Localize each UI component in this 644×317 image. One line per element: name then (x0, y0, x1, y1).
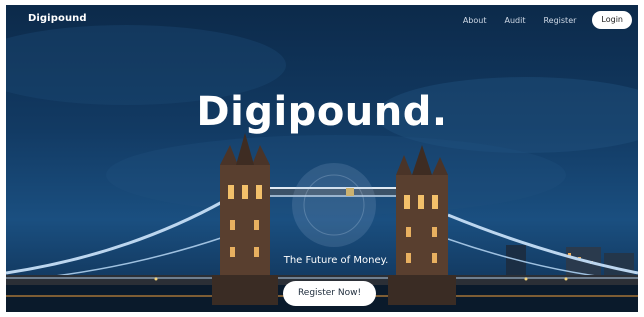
nav-link-audit[interactable]: Audit (504, 16, 525, 25)
hero-tagline: The Future of Money. (283, 255, 389, 266)
nav-link-about[interactable]: About (463, 16, 487, 25)
brand-logo[interactable]: Digipound (28, 13, 87, 24)
login-button[interactable]: Login (592, 11, 632, 29)
top-navbar: Digipound About Audit Register Login (6, 5, 638, 33)
register-now-button[interactable]: Register Now! (283, 281, 376, 306)
nav-link-register[interactable]: Register (543, 16, 576, 25)
hero-section: Digipound About Audit Register Login Dig… (6, 5, 638, 312)
nav-links: About Audit Register Login (445, 11, 632, 29)
hero-headline: Digipound. (196, 89, 448, 135)
